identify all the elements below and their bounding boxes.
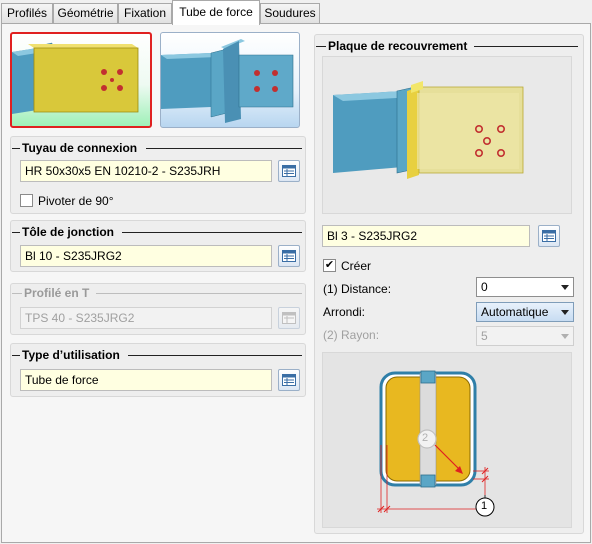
cover-plate-field[interactable]: Bl 3 - S235JRG2 xyxy=(322,225,530,247)
junction-plate-catalog-button[interactable] xyxy=(278,245,300,267)
group-title-junction-plate: Tôle de jonction xyxy=(22,225,114,239)
chevron-down-icon xyxy=(561,310,569,315)
title-rule xyxy=(12,355,20,356)
tab-profiles[interactable]: Profilés xyxy=(1,3,53,24)
cover-plate-illustration xyxy=(333,81,524,179)
tab-welds[interactable]: Soudures xyxy=(260,3,320,24)
group-title-connection-pipe: Tuyau de connexion xyxy=(22,141,138,155)
rotate-90-label: Pivoter de 90° xyxy=(38,194,114,208)
radius-select: 5 xyxy=(476,326,574,346)
title-rule xyxy=(146,148,302,149)
distance-label: (1) Distance: xyxy=(323,282,392,296)
cover-plate-preview xyxy=(322,56,572,214)
radius-label: (2) Rayon: xyxy=(323,328,380,342)
t-profile-catalog-button xyxy=(278,307,300,329)
group-title-usage-type: Type d’utilisation xyxy=(22,348,120,362)
title-rule xyxy=(12,293,22,294)
catalog-icon xyxy=(282,374,296,386)
group-title-cover-plate: Plaque de recouvrement xyxy=(328,39,468,53)
chevron-down-icon xyxy=(561,334,569,339)
title-rule xyxy=(316,46,326,47)
chevron-down-icon xyxy=(561,285,569,290)
title-rule xyxy=(128,355,302,356)
radius-marker-label: 2 xyxy=(422,432,429,444)
distance-select[interactable]: 0 xyxy=(476,277,574,297)
create-cover-plate-checkbox[interactable]: ✔ xyxy=(323,259,336,272)
title-rule xyxy=(474,46,578,47)
catalog-icon xyxy=(282,165,296,177)
catalog-icon xyxy=(282,312,296,324)
plate-connection-illustration xyxy=(12,42,139,114)
junction-plate-field[interactable]: Bl 10 - S235JRG2 xyxy=(20,245,272,267)
checkmark-icon: ✔ xyxy=(324,259,335,271)
rounding-value: Automatique xyxy=(481,305,549,319)
radius-value: 5 xyxy=(481,329,488,343)
title-rule xyxy=(96,293,302,294)
tab-geometry[interactable]: Géométrie xyxy=(53,3,118,24)
tab-fixation[interactable]: Fixation xyxy=(118,3,172,24)
t-profile-connection-illustration xyxy=(161,39,294,123)
group-title-t-profile: Profilé en T xyxy=(24,286,90,300)
rounding-label: Arrondi: xyxy=(323,305,366,319)
cross-section-diagram: 2 1 xyxy=(322,352,572,528)
distance-value: 0 xyxy=(481,280,488,294)
distance-marker-label: 1 xyxy=(481,500,488,512)
catalog-icon xyxy=(282,250,296,262)
rounding-select[interactable]: Automatique xyxy=(476,302,574,322)
cover-plate-catalog-button[interactable] xyxy=(538,225,560,247)
t-profile-field: TPS 40 - S235JRG2 xyxy=(20,307,272,329)
connection-pipe-catalog-button[interactable] xyxy=(278,160,300,182)
title-rule xyxy=(12,148,20,149)
variant-thumb-t-profile[interactable] xyxy=(160,32,300,128)
tab-bar: Profilés Géométrie Fixation Tube de forc… xyxy=(0,0,592,25)
create-label: Créer xyxy=(341,259,372,273)
cross-section-illustration xyxy=(377,370,495,517)
rotate-90-checkbox[interactable] xyxy=(20,194,33,207)
connection-pipe-field[interactable]: HR 50x30x5 EN 10210-2 - S235JRH xyxy=(20,160,272,182)
tab-force-tube[interactable]: Tube de force xyxy=(172,0,260,25)
usage-type-catalog-button[interactable] xyxy=(278,369,300,391)
title-rule xyxy=(122,232,302,233)
catalog-icon xyxy=(542,230,556,242)
usage-type-field[interactable]: Tube de force xyxy=(20,369,272,391)
variant-thumb-plate-selected[interactable] xyxy=(10,32,152,128)
title-rule xyxy=(12,232,20,233)
